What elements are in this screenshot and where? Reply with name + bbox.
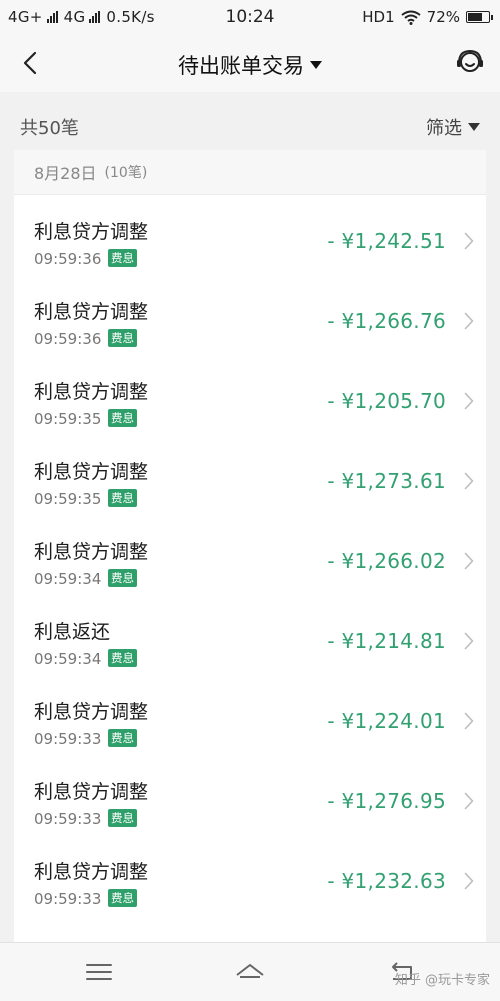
transaction-amount: - ¥1,242.51	[327, 229, 446, 253]
transaction-amount: - ¥1,214.81	[327, 629, 446, 653]
home-icon[interactable]	[233, 957, 267, 987]
device-status: HD1 72%	[362, 8, 493, 26]
transaction-amount: - ¥1,276.95	[327, 789, 446, 813]
caret-down-icon	[310, 61, 322, 69]
transaction-amount: - ¥1,232.63	[327, 869, 446, 893]
transaction-list-card: 8月28日 (10笔) 利息贷方调整 09:59:36 费息 - ¥1,242.51 利…	[14, 150, 486, 950]
caret-down-icon	[468, 123, 480, 131]
transaction-list: 利息贷方调整 09:59:36 费息 - ¥1,242.51 利息贷方调整 09:59:3…	[14, 195, 486, 915]
transaction-time: 09:59:35	[34, 490, 102, 508]
transaction-amount: - ¥1,273.61	[327, 469, 446, 493]
battery-icon	[466, 11, 493, 23]
transaction-time: 09:59:34	[34, 570, 102, 588]
transaction-title: 利息贷方调整	[34, 701, 149, 723]
group-count: (10笔)	[104, 165, 148, 181]
chevron-right-icon	[464, 472, 474, 490]
fee-badge: 费息	[108, 409, 137, 427]
page-title: 待出账单交易	[178, 54, 304, 78]
chevron-right-icon	[464, 312, 474, 330]
transaction-amount: - ¥1,205.70	[327, 389, 446, 413]
transaction-title: 利息返还	[34, 621, 111, 643]
transaction-amount: - ¥1,266.02	[327, 549, 446, 573]
fee-badge: 费息	[108, 729, 137, 747]
battery-percent: 72%	[426, 8, 460, 26]
transaction-row[interactable]: 利息贷方调整 09:59:34 费息 - ¥1,266.02	[14, 515, 486, 595]
transaction-title: 利息贷方调整	[34, 221, 149, 243]
system-nav-bar: 知乎 @玩卡专家	[0, 942, 500, 1001]
fee-badge: 费息	[108, 889, 137, 907]
transaction-title: 利息贷方调整	[34, 301, 149, 323]
status-bar: 4G+ 4G 0.5K/s 10:24 HD1 72%	[0, 0, 500, 34]
transaction-title: 利息贷方调整	[34, 381, 149, 403]
date-group-header: 8月28日 (10笔)	[14, 150, 486, 195]
customer-service-icon[interactable]	[454, 46, 486, 78]
transaction-amount: - ¥1,266.76	[327, 309, 446, 333]
transaction-row[interactable]: 利息贷方调整 09:59:33 费息 - ¥1,276.95	[14, 755, 486, 835]
fee-badge: 费息	[108, 569, 137, 587]
transaction-time: 09:59:33	[34, 730, 102, 748]
transaction-time: 09:59:34	[34, 650, 102, 668]
app-header: 待出账单交易	[0, 34, 500, 92]
transaction-time: 09:59:33	[34, 890, 102, 908]
chevron-right-icon	[464, 712, 474, 730]
transaction-time: 09:59:33	[34, 810, 102, 828]
transaction-amount: - ¥1,224.01	[327, 709, 446, 733]
page-title-dropdown[interactable]: 待出账单交易	[0, 50, 500, 80]
chevron-right-icon	[464, 232, 474, 250]
chevron-right-icon	[464, 392, 474, 410]
fee-badge: 费息	[108, 249, 137, 267]
transaction-title: 利息贷方调整	[34, 541, 149, 563]
transaction-title: 利息贷方调整	[34, 461, 149, 483]
chevron-right-icon	[464, 632, 474, 650]
fee-badge: 费息	[108, 329, 137, 347]
hd-indicator: HD1	[362, 8, 395, 26]
chevron-right-icon	[464, 552, 474, 570]
transaction-row[interactable]: 利息贷方调整 09:59:35 费息 - ¥1,273.61	[14, 435, 486, 515]
chevron-right-icon	[464, 792, 474, 810]
transaction-row[interactable]: 利息贷方调整 09:59:36 费息 - ¥1,242.51	[14, 195, 486, 275]
group-date: 8月28日	[34, 164, 97, 183]
summary-bar: 共50笔 筛选	[0, 104, 500, 148]
transaction-title: 利息贷方调整	[34, 861, 149, 883]
transaction-row[interactable]: 利息贷方调整 09:59:35 费息 - ¥1,205.70	[14, 355, 486, 435]
transaction-row[interactable]: 利息贷方调整 09:59:33 费息 - ¥1,224.01	[14, 675, 486, 755]
transaction-time: 09:59:36	[34, 250, 102, 268]
transaction-row[interactable]: 利息返还 09:59:34 费息 - ¥1,214.81	[14, 595, 486, 675]
total-count: 共50笔	[20, 118, 79, 139]
watermark: 知乎 @玩卡专家	[394, 973, 490, 988]
filter-label: 筛选	[426, 118, 462, 139]
transaction-row[interactable]: 利息贷方调整 09:59:33 费息 - ¥1,232.63	[14, 835, 486, 915]
fee-badge: 费息	[108, 649, 137, 667]
transaction-title: 利息贷方调整	[34, 781, 149, 803]
transaction-time: 09:59:36	[34, 330, 102, 348]
transaction-time: 09:59:35	[34, 410, 102, 428]
fee-badge: 费息	[108, 489, 137, 507]
transaction-row[interactable]: 利息贷方调整 09:59:36 费息 - ¥1,266.76	[14, 275, 486, 355]
wifi-icon	[401, 10, 421, 25]
filter-button[interactable]: 筛选	[426, 114, 480, 140]
chevron-right-icon	[464, 872, 474, 890]
fee-badge: 费息	[108, 809, 137, 827]
menu-icon[interactable]	[82, 957, 116, 987]
